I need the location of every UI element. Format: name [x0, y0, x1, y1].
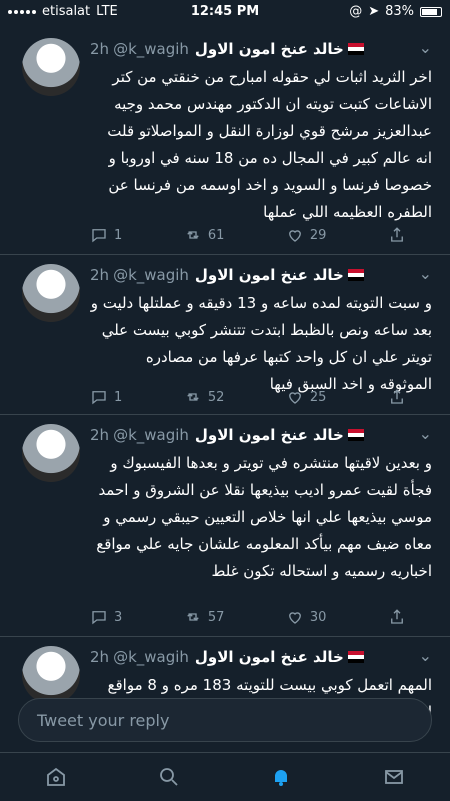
egypt-flag-icon — [347, 43, 364, 55]
reply-count: 3 — [114, 609, 123, 625]
tweet-header: 2h @k_wagih خالد عنخ امون الاول — [90, 40, 426, 58]
egypt-flag-icon — [347, 269, 364, 281]
reply-button[interactable]: 1 — [90, 388, 122, 406]
home-tab[interactable] — [42, 763, 70, 791]
like-button[interactable]: 29 — [286, 226, 327, 244]
messages-tab[interactable] — [380, 763, 408, 791]
location-icon: ➤ — [368, 4, 380, 19]
reply-placeholder: Tweet your reply — [37, 710, 170, 730]
tweet-header: 2h @k_wagih خالد عنخ امون الاول — [90, 648, 426, 666]
tweet[interactable]: 2h @k_wagih خالد عنخ امون الاول ⌄ و بعدي… — [0, 414, 450, 637]
tweet-actions: 3 57 30 — [90, 608, 406, 626]
like-button[interactable]: 25 — [286, 388, 327, 406]
tweet-age: 2h — [90, 426, 110, 444]
like-count: 30 — [309, 609, 327, 625]
reply-input[interactable]: Tweet your reply — [18, 698, 432, 742]
avatar[interactable] — [22, 424, 80, 482]
notifications-icon — [273, 770, 290, 786]
reply-icon — [92, 229, 106, 243]
search-icon — [159, 768, 178, 786]
like-count: 25 — [309, 389, 327, 405]
reply-icon — [92, 611, 106, 625]
tweet-actions: 1 52 25 — [90, 388, 406, 406]
share-button[interactable] — [388, 226, 406, 244]
like-icon — [288, 612, 301, 624]
tweet[interactable]: 2h @k_wagih خالد عنخ امون الاول ⌄ و سبت … — [0, 254, 450, 415]
like-icon — [288, 392, 301, 404]
retweet-button[interactable]: 52 — [184, 388, 225, 406]
reply-button[interactable]: 1 — [90, 226, 122, 244]
retweet-icon — [187, 393, 199, 401]
display-name: خالد عنخ امون الاول — [194, 266, 344, 284]
tweet-text: و بعدين لاقيتها منتشره في تويتر و بعدها … — [96, 454, 432, 580]
messages-icon — [384, 770, 403, 784]
retweet-count: 52 — [207, 389, 225, 405]
notifications-tab[interactable] — [267, 763, 295, 791]
tweet-handle: @k_wagih — [113, 648, 189, 666]
status-bar: etisalat LTE 12:45 PM @ ➤ 83% — [0, 0, 450, 24]
chevron-down-icon[interactable]: ⌄ — [419, 38, 432, 57]
home-icon — [47, 767, 66, 786]
retweet-button[interactable]: 57 — [184, 608, 225, 626]
display-name: خالد عنخ امون الاول — [194, 648, 344, 666]
bottom-tab-bar — [0, 752, 450, 801]
reply-count: 1 — [114, 227, 123, 243]
share-button[interactable] — [388, 608, 406, 626]
share-icon — [391, 389, 403, 404]
egypt-flag-icon — [347, 651, 364, 663]
like-count: 29 — [309, 227, 327, 243]
like-button[interactable]: 30 — [286, 608, 327, 626]
retweet-button[interactable]: 61 — [184, 226, 225, 244]
chevron-down-icon[interactable]: ⌄ — [419, 646, 432, 665]
tweet-age: 2h — [90, 648, 110, 666]
egypt-flag-icon — [347, 429, 364, 441]
like-icon — [288, 230, 301, 242]
tweet-actions: 1 61 29 — [90, 226, 406, 244]
battery-icon — [420, 6, 442, 17]
status-right: @ ➤ 83% — [349, 4, 442, 19]
chevron-down-icon[interactable]: ⌄ — [419, 424, 432, 443]
retweet-count: 57 — [207, 609, 225, 625]
battery-percent: 83% — [385, 4, 414, 19]
reply-icon — [92, 391, 106, 405]
retweet-count: 61 — [207, 227, 225, 243]
tweet-age: 2h — [90, 266, 110, 284]
tweet-age: 2h — [90, 40, 110, 58]
tweet-handle: @k_wagih — [113, 266, 189, 284]
reply-button[interactable]: 3 — [90, 608, 122, 626]
chevron-down-icon[interactable]: ⌄ — [419, 264, 432, 283]
tweet-handle: @k_wagih — [113, 40, 189, 58]
share-button[interactable] — [388, 388, 406, 406]
at-icon: @ — [349, 4, 363, 19]
share-icon — [391, 227, 403, 242]
avatar[interactable] — [22, 646, 80, 704]
retweet-icon — [187, 613, 199, 621]
avatar[interactable] — [22, 38, 80, 96]
tweet-handle: @k_wagih — [113, 426, 189, 444]
tweet-text: اخر الثريد اثبات لي حقوله امبارح من خنقت… — [107, 68, 432, 221]
avatar[interactable] — [22, 264, 80, 322]
retweet-icon — [187, 231, 199, 239]
tweet-header: 2h @k_wagih خالد عنخ امون الاول — [90, 266, 426, 284]
tweet-header: 2h @k_wagih خالد عنخ امون الاول — [90, 426, 426, 444]
display-name: خالد عنخ امون الاول — [194, 40, 344, 58]
share-icon — [391, 609, 403, 624]
reply-count: 1 — [114, 389, 123, 405]
search-tab[interactable] — [155, 763, 183, 791]
tweet[interactable]: 2h @k_wagih خالد عنخ امون الاول ⌄ اخر ال… — [0, 28, 450, 255]
display-name: خالد عنخ امون الاول — [194, 426, 344, 444]
tweet-text: و سبت التويته لمده ساعه و 13 دقيقه و عمل… — [90, 294, 432, 393]
